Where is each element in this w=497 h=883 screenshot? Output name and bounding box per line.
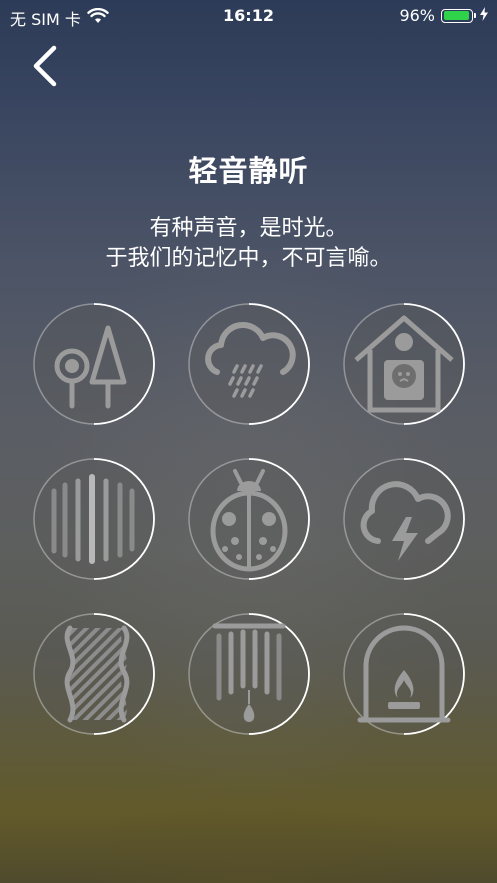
thunderstorm-icon (343, 458, 465, 580)
ocean-waves-icon (33, 613, 155, 735)
waterfall-icon (33, 458, 155, 580)
rain-cloud-icon (188, 303, 310, 425)
sound-grid (0, 0, 497, 883)
fireplace-icon (343, 613, 465, 735)
sound-rain-button[interactable] (187, 302, 311, 426)
sound-thunderstorm-button[interactable] (342, 457, 466, 581)
sound-birdhouse-button[interactable] (342, 302, 466, 426)
ladybug-icon (188, 458, 310, 580)
sound-ladybug-button[interactable] (187, 457, 311, 581)
sound-waves-button[interactable] (32, 612, 156, 736)
sound-windchime-button[interactable] (187, 612, 311, 736)
wind-chime-icon (188, 613, 310, 735)
sound-waterfall-button[interactable] (32, 457, 156, 581)
birdhouse-icon (343, 303, 465, 425)
sound-forest-button[interactable] (32, 302, 156, 426)
sound-fireplace-button[interactable] (342, 612, 466, 736)
forest-icon (33, 303, 155, 425)
